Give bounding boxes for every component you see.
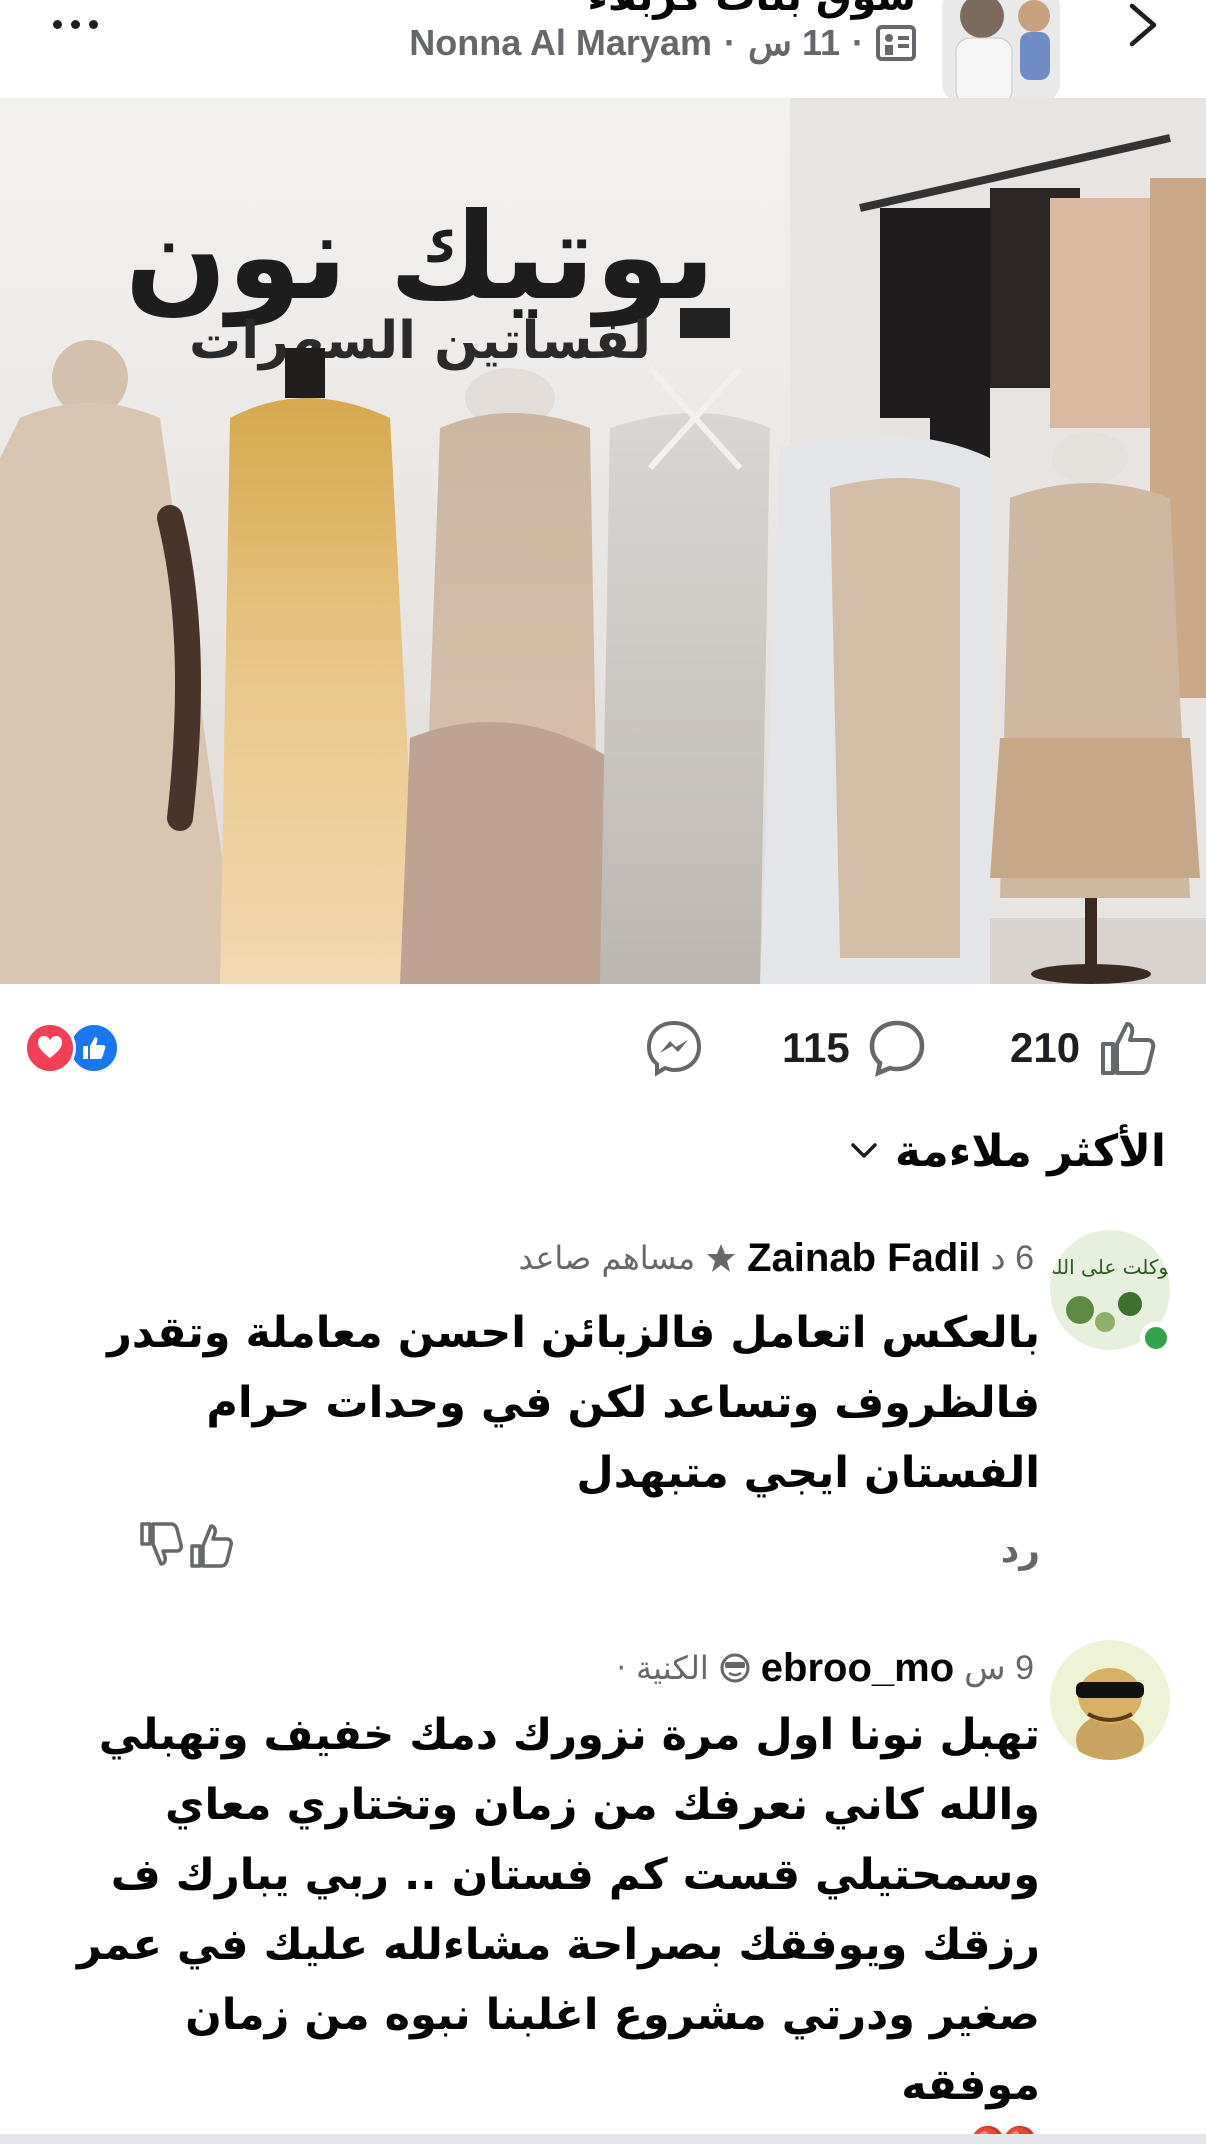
contributor-badge: مساهم صاعد — [518, 1239, 696, 1277]
post-header: سوق بنات كربلاء Nonna Al Maryam · 11 س · — [0, 0, 1206, 104]
more-options-button[interactable] — [40, 4, 110, 44]
like-count: 210 — [1010, 1024, 1081, 1071]
group-icon — [876, 25, 916, 61]
like-button[interactable]: 210 — [1010, 1018, 1158, 1078]
love-reaction-icon — [24, 1022, 76, 1074]
like-icon — [1101, 1022, 1156, 1075]
comment-text: تهبل نونا اول مرة نزورك دمك خفيف وتهبلي … — [40, 1700, 1040, 2144]
reaction-summary[interactable] — [24, 1022, 124, 1074]
meta-separator: · — [723, 22, 736, 63]
back-icon[interactable] — [1118, 0, 1168, 50]
meta-separator: · — [852, 22, 864, 63]
more-dot — [88, 19, 98, 29]
commenter-name[interactable]: Zainab Fadil — [747, 1236, 980, 1281]
post-meta: Nonna Al Maryam · 11 س · — [409, 18, 916, 68]
group-avatar-image — [942, 0, 1060, 104]
group-title[interactable]: سوق بنات كربلاء — [587, 0, 916, 20]
group-avatar[interactable] — [942, 0, 1060, 104]
group-title-text: سوق بنات كربلاء — [587, 0, 916, 20]
comment-time[interactable]: 9 س — [964, 1648, 1034, 1688]
meta-separator: · — [616, 1650, 626, 1686]
comment-text-body: تهبل نونا اول مرة نزورك دمك خفيف وتهبلي … — [77, 1710, 1040, 2110]
more-dot — [70, 19, 80, 29]
star-badge-icon — [707, 1244, 736, 1272]
sort-label: الأكثر ملاءمة — [894, 1125, 1166, 1177]
comment-text: بالعكس اتعامل فالزبائن احسن معاملة وتقدر… — [107, 1308, 1040, 1498]
chevron-down-icon — [851, 1143, 877, 1158]
comment-sort-dropdown[interactable]: الأكثر ملاءمة — [849, 1118, 1166, 1184]
avatar-text: توكلت على الله — [1050, 1255, 1170, 1279]
comment-time[interactable]: 6 د — [990, 1238, 1034, 1278]
dress — [760, 418, 990, 984]
upvote-like-icon[interactable] — [188, 1520, 234, 1570]
commenter-avatar[interactable] — [1050, 1640, 1170, 1760]
author-name[interactable]: Nonna Al Maryam — [409, 22, 712, 64]
boutique-photo: بوتيك نون لفساتين السهرات — [0, 98, 1206, 984]
sign-subtext: لفساتين السهرات — [189, 311, 651, 371]
comment-button[interactable]: 115 — [782, 1018, 926, 1078]
nickname-badge: الكنية — [635, 1649, 709, 1687]
messenger-icon — [646, 1020, 702, 1077]
post-actions: 115 210 — [0, 1000, 1206, 1100]
dislike-icon[interactable] — [138, 1520, 184, 1570]
send-message-button[interactable] — [644, 1018, 704, 1078]
comment-icon — [869, 1020, 925, 1077]
commenter-name[interactable]: ebroo_mo — [761, 1646, 954, 1691]
nickname-face-icon — [720, 1653, 750, 1683]
more-dot — [52, 19, 62, 29]
dress — [220, 348, 420, 984]
online-status-indicator — [1140, 1322, 1172, 1354]
avatar-image — [1050, 1640, 1170, 1760]
post-time[interactable]: 11 س — [748, 22, 840, 64]
sign-text: بوتيك نون — [125, 188, 716, 327]
divider — [0, 2134, 1206, 2144]
comment-vote — [138, 1520, 234, 1570]
comment-header: 6 د Zainab Fadil مساهم صاعد — [519, 1230, 1034, 1286]
comment-count: 115 — [782, 1024, 850, 1071]
comment-header: 9 س ebroo_mo الكنية · — [616, 1640, 1034, 1696]
post-photo[interactable]: بوتيك نون لفساتين السهرات — [0, 98, 1206, 984]
reply-button[interactable]: رد — [1001, 1530, 1040, 1571]
